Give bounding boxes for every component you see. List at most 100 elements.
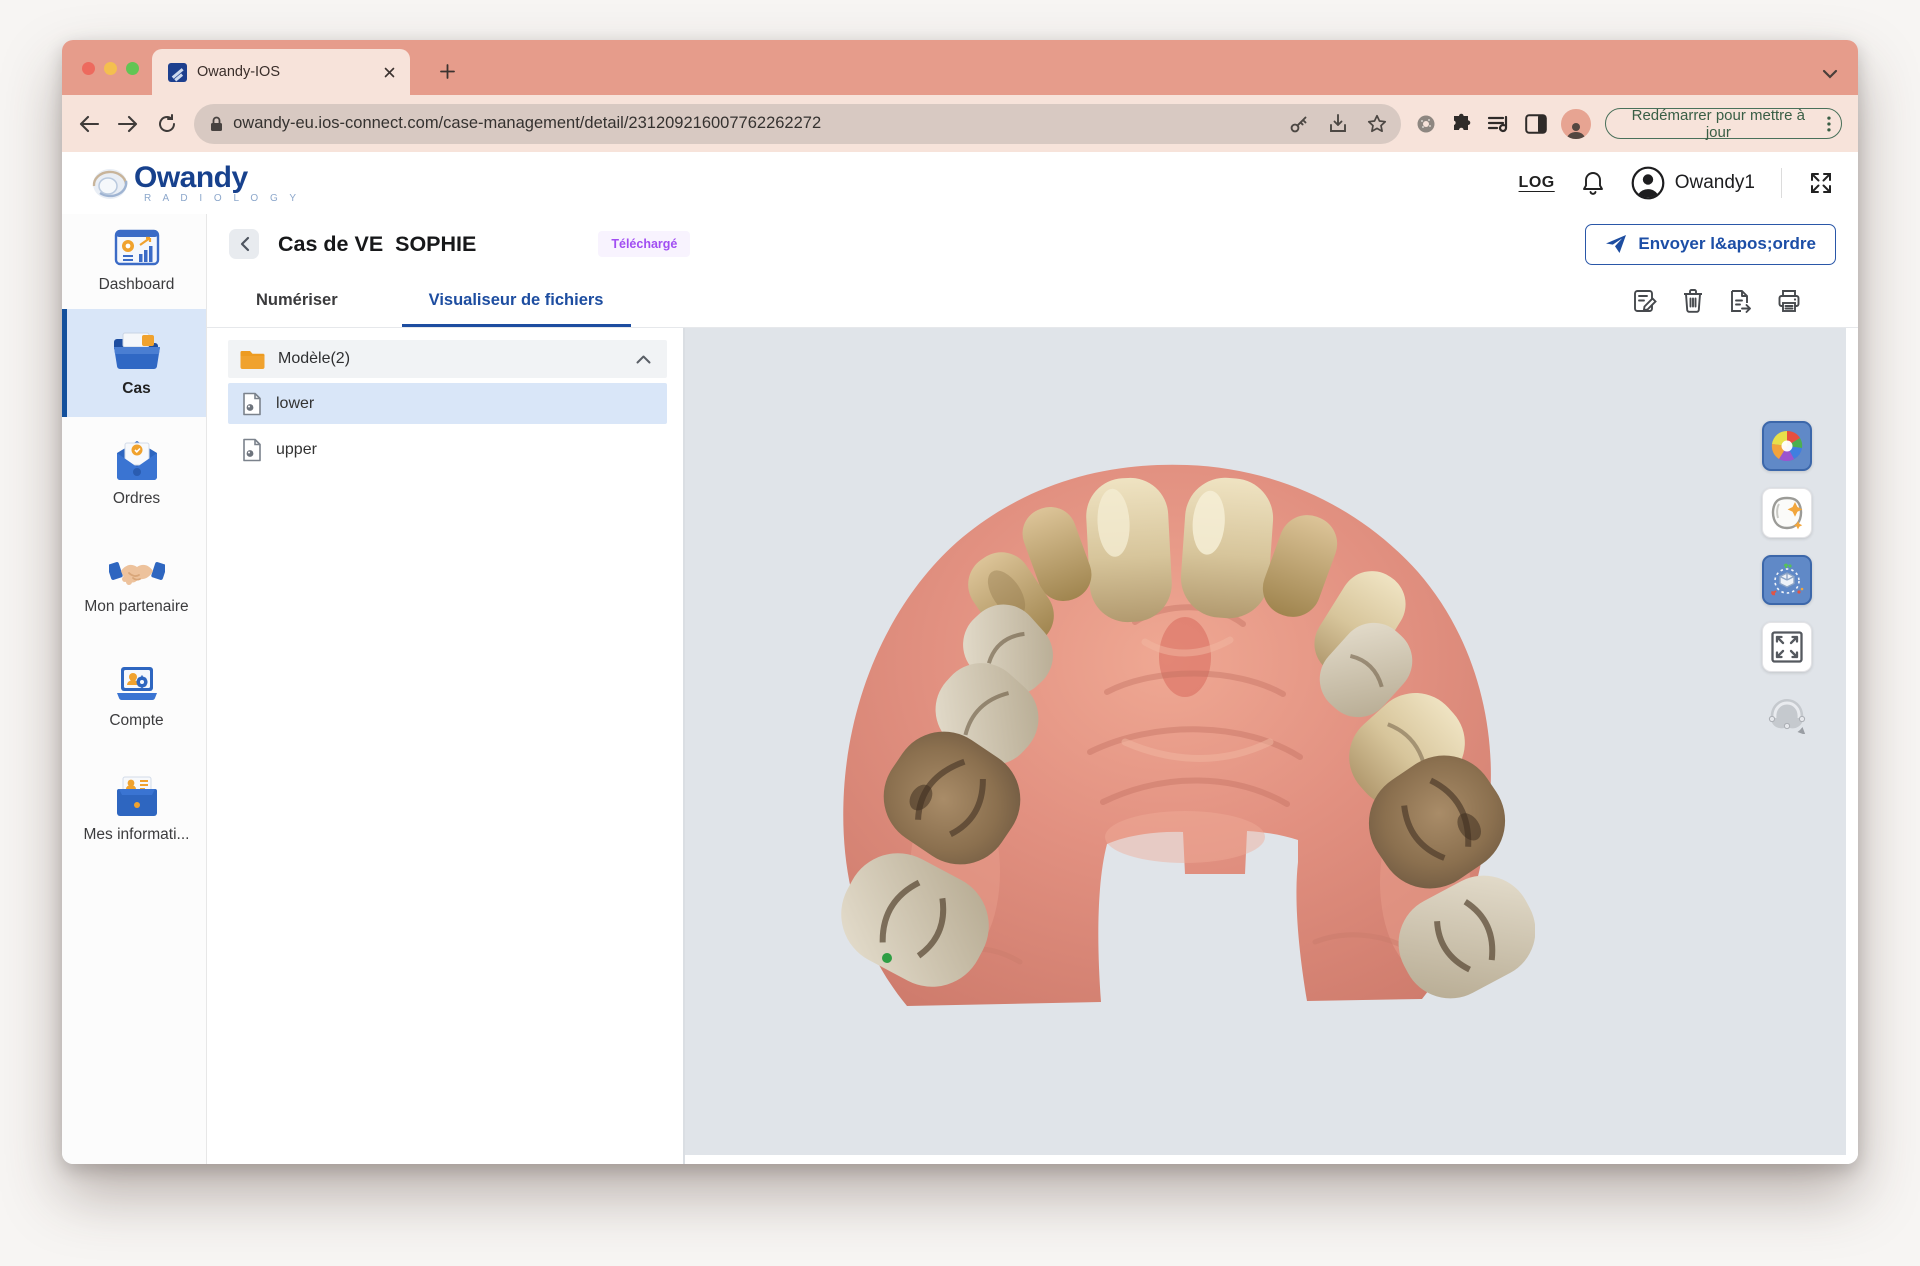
model-file-icon [242, 392, 262, 416]
url-text[interactable]: owandy-eu.ios-connect.com/case-managemen… [233, 114, 1269, 133]
tab-search-chevron-icon[interactable] [1822, 66, 1838, 84]
forward-icon[interactable] [115, 111, 140, 137]
sidebar-item-label: Compte [109, 712, 163, 730]
close-window-button[interactable] [82, 62, 95, 75]
cases-folder-icon [111, 329, 163, 371]
viewer-toolbar [1762, 421, 1812, 739]
paper-plane-icon [1605, 234, 1627, 254]
file-row-lower[interactable]: lower [228, 383, 667, 424]
sidebar-item-label: Cas [122, 380, 150, 398]
browser-toolbar: owandy-eu.ios-connect.com/case-managemen… [62, 95, 1858, 152]
orders-envelope-icon [113, 439, 161, 481]
print-icon[interactable] [1776, 288, 1802, 314]
case-header: Cas de VE SOPHIE Téléchargé Envoyer l&ap… [207, 214, 1858, 274]
minimize-window-button[interactable] [104, 62, 117, 75]
folder-label: Modèle(2) [278, 350, 623, 368]
account-laptop-icon [113, 665, 161, 703]
expand-view-icon [1770, 630, 1804, 664]
log-link[interactable]: LOG [1519, 174, 1555, 192]
screen: Owandy-IOS owandy-eu.ios-connect.com/cas… [0, 0, 1920, 1266]
tooth-enhance-tool-button[interactable] [1762, 488, 1812, 538]
model-3d[interactable] [835, 441, 1535, 1013]
file-tree-panel: Modèle(2) lower upper [207, 328, 685, 1164]
browser-tabstrip: Owandy-IOS [62, 40, 1858, 95]
browser-tab[interactable]: Owandy-IOS [152, 49, 410, 95]
my-info-wallet-icon [114, 775, 160, 817]
browser-profile-avatar[interactable] [1561, 109, 1590, 139]
user-menu[interactable]: Owandy1 [1631, 166, 1755, 200]
tabs-bar: Numériser Visualiseur de fichiers [207, 274, 1858, 328]
send-order-button[interactable]: Envoyer l&apos;ordre [1585, 224, 1836, 265]
model-file-icon [242, 438, 262, 462]
donut-icon[interactable] [1415, 113, 1437, 135]
sidebar-item-mes-informations[interactable]: Mes informati... [62, 753, 206, 865]
key-icon[interactable] [1289, 114, 1309, 134]
menu-dots-icon [1827, 116, 1831, 132]
chevron-up-icon[interactable] [636, 355, 651, 364]
puzzle-icon[interactable] [1451, 113, 1473, 135]
browser-window: Owandy-IOS owandy-eu.ios-connect.com/cas… [62, 40, 1858, 1164]
reading-list-icon[interactable] [1487, 114, 1511, 134]
sidebar-item-mon-partenaire[interactable]: Mon partenaire [62, 529, 206, 641]
fullscreen-icon[interactable] [1808, 170, 1834, 196]
status-badge: Téléchargé [598, 231, 690, 257]
window-controls [82, 62, 139, 75]
handshake-icon [109, 555, 165, 589]
sidebar-item-dashboard[interactable]: Dashboard [62, 214, 206, 309]
cube-axes-icon [1769, 562, 1805, 598]
logo-subtitle: R A D I O L O G Y [144, 194, 301, 204]
color-wheel-icon [1770, 429, 1804, 463]
model-viewer-canvas[interactable] [685, 328, 1846, 1155]
reload-icon[interactable] [155, 111, 180, 137]
update-browser-button[interactable]: Redémarrer pour mettre à jour [1605, 108, 1842, 139]
color-wheel-tool-button[interactable] [1762, 421, 1812, 471]
zoom-window-button[interactable] [126, 62, 139, 75]
arch-measure-tool-button[interactable] [1762, 689, 1812, 739]
file-name: upper [276, 441, 317, 459]
tab-visualiseur-de-fichiers[interactable]: Visualiseur de fichiers [402, 274, 631, 327]
sidebar-item-label: Mon partenaire [84, 598, 188, 616]
tooth-sparkle-icon [1769, 495, 1805, 531]
username: Owandy1 [1675, 172, 1755, 194]
sidebar-item-label: Ordres [113, 490, 160, 508]
export-file-icon[interactable] [1728, 288, 1753, 314]
trash-icon[interactable] [1681, 288, 1705, 314]
file-row-upper[interactable]: upper [228, 429, 667, 470]
page-title: Cas de VE SOPHIE [278, 232, 476, 257]
sidebar-item-cas[interactable]: Cas [62, 309, 206, 417]
sidebar-item-label: Mes informati... [84, 826, 190, 844]
arch-measure-icon [1765, 694, 1809, 734]
header-divider [1781, 168, 1782, 198]
sidebar: Dashboard Cas [62, 214, 207, 1164]
back-icon[interactable] [76, 111, 101, 137]
app-header: Owandy R A D I O L O G Y LOG Owandy1 [62, 152, 1858, 214]
tree-folder-modele[interactable]: Modèle(2) [228, 340, 667, 378]
close-tab-icon[interactable] [380, 63, 398, 81]
update-browser-label: Redémarrer pour mettre à jour [1620, 107, 1818, 141]
new-tab-icon[interactable] [440, 64, 455, 84]
lock-icon[interactable] [210, 116, 223, 132]
folder-icon [240, 349, 265, 369]
logo-swirl-icon [88, 163, 132, 203]
dashboard-icon [114, 229, 160, 267]
fit-to-screen-tool-button[interactable] [1762, 622, 1812, 672]
tab-favicon-icon [168, 63, 187, 82]
file-name: lower [276, 395, 314, 413]
back-button[interactable] [229, 229, 259, 259]
sidebar-item-label: Dashboard [99, 276, 175, 294]
logo-name: Owandy [134, 163, 301, 193]
tab-numeriser[interactable]: Numériser [229, 274, 365, 327]
sidebar-item-compte[interactable]: Compte [62, 641, 206, 753]
address-bar[interactable]: owandy-eu.ios-connect.com/case-managemen… [194, 104, 1401, 144]
bell-icon[interactable] [1581, 170, 1605, 196]
user-avatar-icon [1631, 166, 1665, 200]
sidebar-panel-icon[interactable] [1525, 114, 1547, 134]
download-icon[interactable] [1329, 114, 1347, 134]
orientation-cube-tool-button[interactable] [1762, 555, 1812, 605]
send-order-label: Envoyer l&apos;ordre [1638, 234, 1816, 254]
tab-title: Owandy-IOS [197, 64, 380, 80]
star-icon[interactable] [1367, 114, 1387, 134]
sidebar-item-ordres[interactable]: Ordres [62, 417, 206, 529]
edit-note-icon[interactable] [1632, 288, 1658, 314]
owandy-logo: Owandy R A D I O L O G Y [88, 163, 301, 204]
